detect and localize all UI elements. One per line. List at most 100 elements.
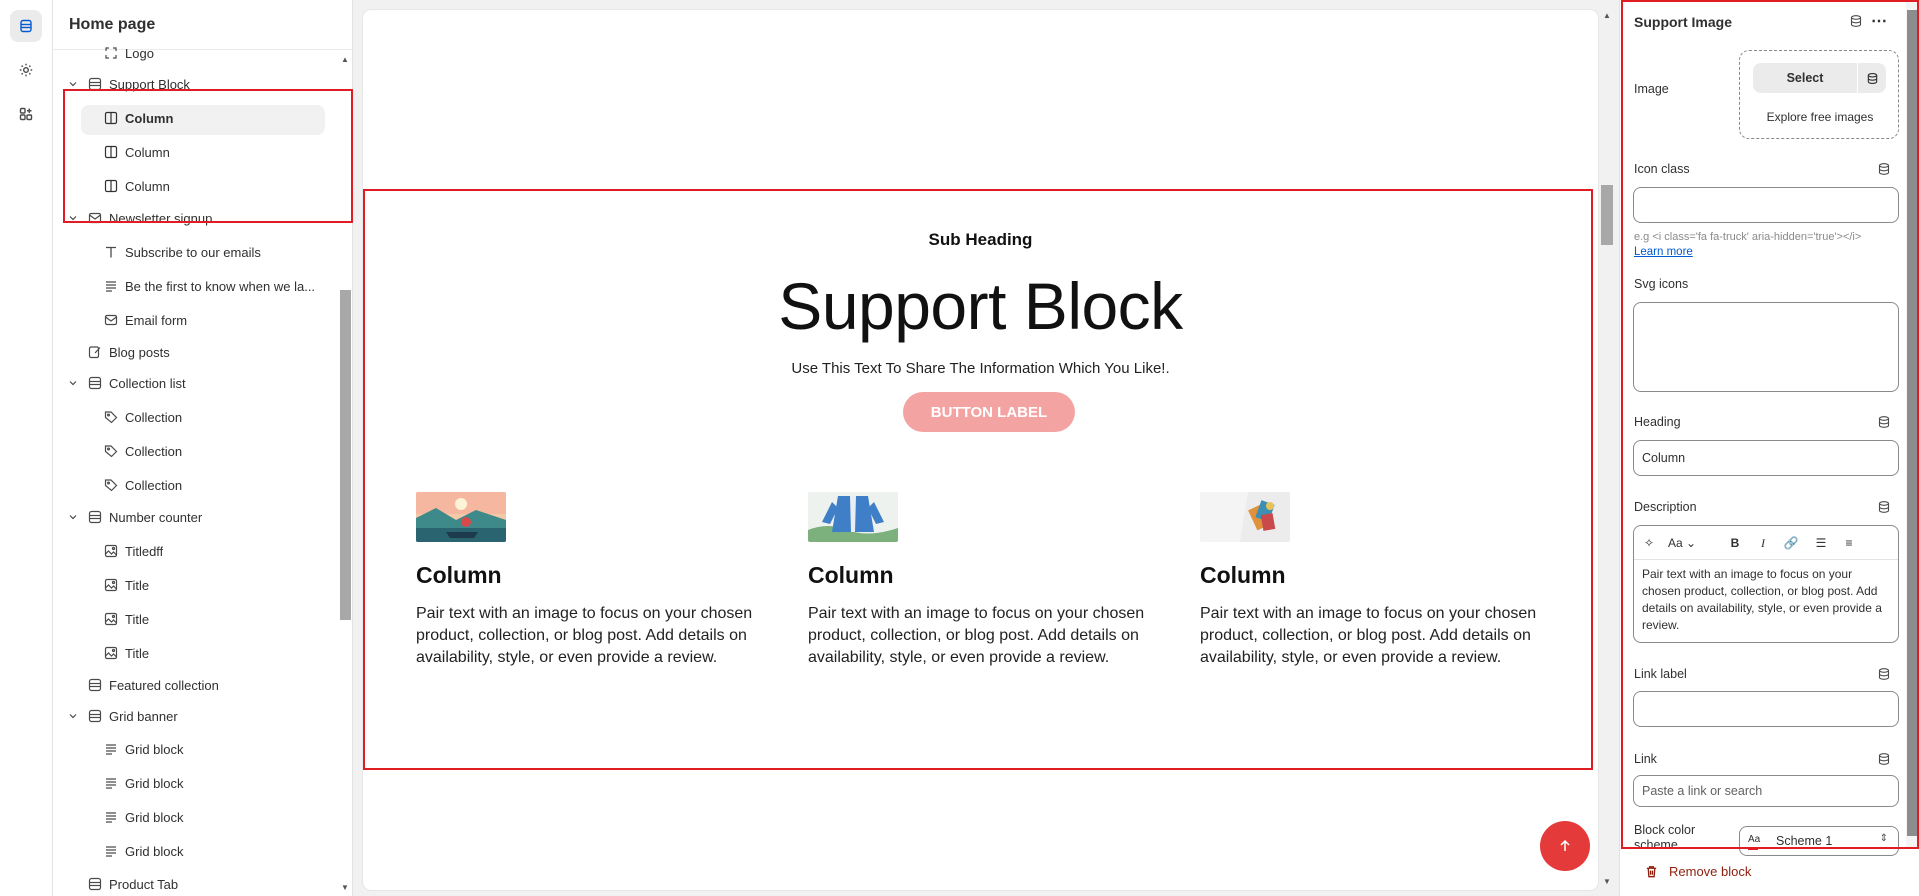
column-icon: [103, 178, 119, 194]
explore-free-images-link[interactable]: Explore free images: [1740, 110, 1900, 124]
settings-panel: Support Image ⋯ Image Select Explore fre…: [1619, 0, 1919, 896]
link-icon[interactable]: 🔗: [1782, 534, 1800, 552]
sidebar-item-column[interactable]: Column: [53, 137, 343, 167]
sidebar-item-grid-block[interactable]: Grid block: [53, 768, 343, 798]
chevron-down-icon[interactable]: [67, 511, 79, 523]
sections-sidebar: Home page Logo Support Block Column Column C…: [53, 0, 353, 896]
dynamic-source-icon[interactable]: [1877, 667, 1891, 681]
dynamic-source-icon[interactable]: [1849, 14, 1863, 28]
description-text[interactable]: Pair text with an image to focus on your…: [1634, 560, 1898, 640]
sidebar-scroll-thumb[interactable]: [340, 290, 351, 620]
logo-icon: [103, 45, 119, 61]
paragraph-icon: [103, 741, 119, 757]
sidebar-item-column[interactable]: Column: [53, 171, 343, 201]
sidebar-item-featured-collection[interactable]: Featured collection: [53, 670, 343, 700]
italic-icon[interactable]: I: [1754, 534, 1772, 552]
sidebar-item-collection[interactable]: Collection: [53, 402, 343, 432]
sidebar-item-label: Title: [125, 646, 150, 661]
color-scheme-select[interactable]: Aa Scheme 1 ⇕: [1739, 826, 1899, 856]
sidebar-item-label: Collection list: [109, 376, 186, 391]
numbered-list-icon[interactable]: ≡: [1840, 534, 1858, 552]
apps-icon[interactable]: [10, 98, 42, 130]
text-style-dropdown[interactable]: Aa ⌄: [1664, 534, 1700, 552]
link-label-label: Link label: [1634, 667, 1687, 681]
section-icon: [87, 876, 103, 892]
chevron-down-icon[interactable]: [67, 377, 79, 389]
sidebar-item-grid-banner[interactable]: Grid banner: [53, 701, 343, 731]
dynamic-source-icon[interactable]: [1877, 162, 1891, 176]
icon-class-input[interactable]: [1633, 187, 1899, 223]
column-title: Column: [808, 562, 894, 588]
column-3[interactable]: Column Pair text with an image to focus …: [1200, 492, 1550, 669]
paragraph-icon: [103, 843, 119, 859]
sidebar-item-logo[interactable]: Logo: [53, 38, 343, 68]
arrow-up-icon[interactable]: [1540, 821, 1590, 871]
sidebar-item-label: Column: [125, 179, 170, 194]
sidebar-item-newsletter-signup[interactable]: Newsletter signup: [53, 203, 343, 233]
link-label-input[interactable]: [1633, 691, 1899, 727]
sidebar-item-label: Logo: [125, 46, 154, 61]
bold-icon[interactable]: B: [1726, 534, 1744, 552]
sidebar-item-collection[interactable]: Collection: [53, 470, 343, 500]
scroll-up-icon[interactable]: ▲: [1601, 10, 1613, 20]
section-heading: Support Block: [778, 269, 1183, 343]
column-description: Pair text with an image to focus on your…: [808, 605, 1145, 666]
sidebar-item-support-block[interactable]: Support Block: [53, 69, 343, 99]
scroll-down-icon[interactable]: ▼: [1601, 876, 1613, 886]
sidebar-item-title[interactable]: Title: [53, 638, 343, 668]
sidebar-item-grid-block[interactable]: Grid block: [53, 802, 343, 832]
chevron-down-icon[interactable]: [67, 710, 79, 722]
sidebar-item-subscribe-to-our-emails[interactable]: Subscribe to our emails: [53, 237, 343, 267]
remove-block-button[interactable]: Remove block: [1644, 864, 1751, 879]
sidebar-item-grid-block[interactable]: Grid block: [53, 734, 343, 764]
link-label: Link: [1634, 752, 1657, 766]
sidebar-item-label: Number counter: [109, 510, 203, 525]
link-input[interactable]: [1633, 775, 1899, 807]
sidebar-item-email-form[interactable]: Email form: [53, 305, 343, 335]
scroll-up-icon[interactable]: ▲: [339, 54, 351, 64]
sidebar-scrollbar[interactable]: ▲ ▼: [338, 50, 352, 896]
sidebar-item-be-the-first-to-know-when-we-la[interactable]: Be the first to know when we la...: [53, 271, 343, 301]
scroll-down-icon[interactable]: ▼: [339, 882, 351, 892]
image-picker[interactable]: Select Explore free images: [1739, 50, 1899, 139]
sidebar-item-title[interactable]: Title: [53, 604, 343, 634]
dynamic-source-icon[interactable]: [1877, 415, 1891, 429]
sidebar-item-collection-list[interactable]: Collection list: [53, 368, 343, 398]
heading-input[interactable]: [1633, 440, 1899, 476]
column-2[interactable]: Column Pair text with an image to focus …: [808, 492, 1158, 669]
preview-area: Sub Heading Support Block Use This Text …: [353, 0, 1619, 896]
bullet-list-icon[interactable]: ☰: [1812, 534, 1830, 552]
preview-scroll-thumb[interactable]: [1601, 185, 1613, 245]
panel-scroll-thumb[interactable]: [1907, 10, 1917, 836]
learn-more-link[interactable]: Learn more: [1634, 246, 1693, 258]
support-block-section[interactable]: Sub Heading Support Block Use This Text …: [363, 190, 1598, 770]
image-icon: [103, 611, 119, 627]
sidebar-item-product-tab[interactable]: Product Tab: [53, 869, 343, 896]
dynamic-source-icon[interactable]: [1877, 752, 1891, 766]
image-icon: [103, 543, 119, 559]
sections-icon[interactable]: [10, 10, 42, 42]
dynamic-source-icon[interactable]: [1858, 63, 1886, 93]
sidebar-item-collection[interactable]: Collection: [53, 436, 343, 466]
dynamic-source-icon[interactable]: [1877, 500, 1891, 514]
sidebar-item-column[interactable]: Column: [53, 103, 343, 135]
sidebar-item-label: Grid block: [125, 810, 184, 825]
description-editor[interactable]: ✧ Aa ⌄ B I 🔗 ☰ ≡ Pair text with an image…: [1633, 525, 1899, 643]
sidebar-item-blog-posts[interactable]: Blog posts: [53, 337, 343, 367]
sidebar-item-grid-block[interactable]: Grid block: [53, 836, 343, 866]
more-options-icon[interactable]: ⋯: [1871, 11, 1887, 31]
left-rail: [0, 0, 53, 896]
settings-icon[interactable]: [10, 54, 42, 86]
column-1[interactable]: Column Pair text with an image to focus …: [416, 492, 766, 669]
sidebar-item-titledff[interactable]: Titledff: [53, 536, 343, 566]
preview-scrollbar[interactable]: ▲ ▼: [1598, 10, 1616, 890]
sidebar-item-title[interactable]: Title: [53, 570, 343, 600]
select-image-button[interactable]: Select: [1753, 63, 1857, 93]
cta-button[interactable]: BUTTON LABEL: [903, 392, 1075, 432]
chevron-down-icon[interactable]: [67, 78, 79, 90]
sidebar-item-number-counter[interactable]: Number counter: [53, 502, 343, 532]
ai-sparkle-icon[interactable]: ✧: [1640, 534, 1658, 552]
panel-scrollbar[interactable]: [1906, 2, 1918, 848]
svg-icons-textarea[interactable]: [1633, 302, 1899, 392]
chevron-down-icon[interactable]: [67, 212, 79, 224]
